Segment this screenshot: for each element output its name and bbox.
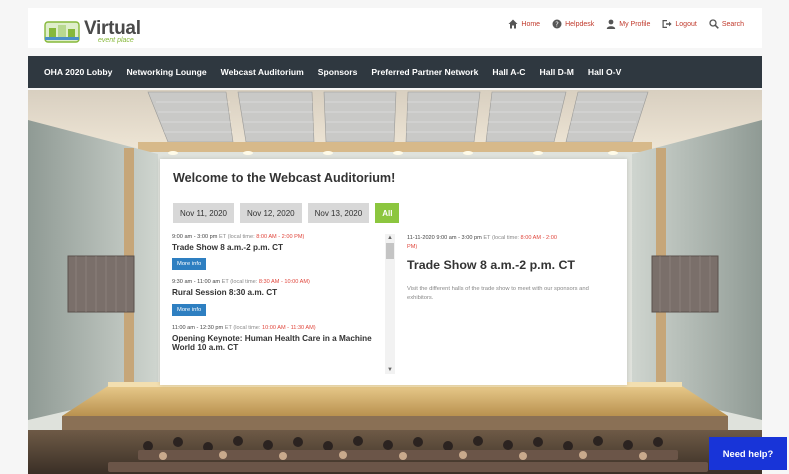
logo-subtext: event place [98, 37, 134, 44]
session-list-scrollbar[interactable]: ▲ ▼ [385, 234, 395, 374]
tab-nov-13[interactable]: Nov 13, 2020 [307, 203, 370, 223]
session-local-time: 8:30 AM - 10:00 AM) [258, 279, 310, 286]
session-tz: ET [218, 234, 227, 240]
logout-link[interactable]: Logout [662, 19, 697, 29]
nav-sponsors[interactable]: Sponsors [318, 67, 358, 77]
tab-nov-12[interactable]: Nov 12, 2020 [240, 203, 302, 223]
session-time: 11:00 am - 12:30 pm ET (local time: 10:0… [172, 325, 384, 331]
top-utility-nav: Home ? Helpdesk My Profile Logout Search [508, 16, 744, 32]
logo-building-icon [44, 21, 80, 43]
date-tabs: Nov 11, 2020 Nov 12, 2020 Nov 13, 2020 A… [173, 203, 400, 223]
list-item[interactable]: 9:00 am - 3:00 pm ET (local time: 8:00 A… [172, 234, 384, 271]
home-icon [508, 19, 518, 29]
search-icon [709, 19, 719, 29]
more-info-button[interactable]: More info [172, 258, 207, 271]
page: Virtual event place Home ? Helpdesk My P… [0, 0, 789, 474]
detail-local-time-end: PM) [407, 243, 418, 250]
session-list[interactable]: 9:00 am - 3:00 pm ET (local time: 8:00 A… [172, 234, 384, 376]
list-item[interactable]: 11:00 am - 12:30 pm ET (local time: 10:0… [172, 325, 384, 353]
session-time: 9:00 am - 3:00 pm ET (local time: 8:00 A… [172, 234, 384, 240]
detail-time: 11-11-2020 9:00 am - 3:00 pm ET (local t… [407, 234, 617, 251]
detail-local-time: 8:00 AM - 2:00 [520, 235, 557, 241]
session-detail: 11-11-2020 9:00 am - 3:00 pm ET (local t… [407, 234, 617, 303]
detail-tz: ET [483, 235, 491, 241]
my-profile-label: My Profile [619, 20, 651, 28]
virtual-event-place-logo[interactable]: Virtual event place [44, 16, 144, 46]
session-title[interactable]: Rural Session 8:30 a.m. CT [172, 288, 384, 297]
scroll-up-arrow-icon[interactable]: ▲ [386, 234, 394, 242]
svg-text:?: ? [555, 21, 559, 29]
home-label: Home [521, 20, 541, 28]
session-title[interactable]: Trade Show 8 a.m.-2 p.m. CT [172, 243, 384, 252]
nav-preferred-partner-network[interactable]: Preferred Partner Network [371, 67, 478, 77]
session-title[interactable]: Opening Keynote: Human Health Care in a … [172, 334, 384, 353]
detail-time-et: 9:00 am - 3:00 pm [436, 235, 482, 241]
nav-hall-d-m[interactable]: Hall D-M [540, 67, 574, 77]
detail-local-label: (local time: [491, 235, 519, 241]
site-header: Virtual event place Home ? Helpdesk My P… [28, 8, 762, 48]
my-profile-link[interactable]: My Profile [606, 19, 650, 29]
helpdesk-link[interactable]: ? Helpdesk [552, 19, 594, 29]
list-item[interactable]: 9:30 am - 11:00 am ET (local time: 8:30 … [172, 279, 384, 316]
main-nav: OHA 2020 Lobby Networking Lounge Webcast… [28, 56, 762, 88]
session-time-et: 9:30 am - 11:00 am [172, 279, 221, 286]
session-time: 9:30 am - 11:00 am ET (local time: 8:30 … [172, 279, 384, 285]
scroll-thumb[interactable] [386, 243, 394, 259]
session-local-label: (local time: [233, 324, 261, 331]
session-time-et: 11:00 am - 12:30 pm [172, 324, 224, 331]
tab-nov-11[interactable]: Nov 11, 2020 [173, 203, 234, 223]
scroll-down-arrow-icon[interactable]: ▼ [386, 366, 394, 374]
panel-title: Welcome to the Webcast Auditorium! [173, 171, 396, 185]
logout-label: Logout [675, 20, 697, 28]
session-local-time: 8:00 AM - 2:00 PM) [256, 234, 305, 240]
more-info-button[interactable]: More info [172, 303, 207, 316]
nav-networking-lounge[interactable]: Networking Lounge [126, 67, 206, 77]
nav-hall-a-c[interactable]: Hall A-C [492, 67, 525, 77]
tab-all[interactable]: All [375, 203, 400, 223]
logout-icon [662, 20, 672, 28]
session-local-label: (local time: [230, 279, 258, 286]
need-help-button[interactable]: Need help? [709, 437, 787, 470]
nav-oha-2020-lobby[interactable]: OHA 2020 Lobby [44, 67, 112, 77]
home-link[interactable]: Home [508, 19, 540, 29]
detail-date: 11-11-2020 [407, 235, 435, 241]
schedule-panel: Welcome to the Webcast Auditorium! Nov 1… [160, 159, 627, 385]
help-icon: ? [552, 19, 562, 29]
user-icon [607, 19, 616, 29]
detail-description: Visit the different halls of the trade s… [407, 286, 589, 302]
session-tz: ET [224, 324, 232, 331]
nav-webcast-auditorium[interactable]: Webcast Auditorium [221, 67, 304, 77]
helpdesk-label: Helpdesk [565, 20, 595, 28]
nav-hall-o-v[interactable]: Hall O-V [588, 67, 621, 77]
search-label: Search [721, 20, 744, 28]
search-link[interactable]: Search [709, 19, 744, 29]
session-time-et: 9:00 am - 3:00 pm [172, 234, 218, 240]
session-local-label: (local time: [227, 234, 255, 240]
detail-title: Trade Show 8 a.m.-2 p.m. CT [407, 258, 575, 273]
session-tz: ET [221, 279, 229, 286]
session-local-time: 10:00 AM - 11:30 AM) [261, 324, 316, 331]
